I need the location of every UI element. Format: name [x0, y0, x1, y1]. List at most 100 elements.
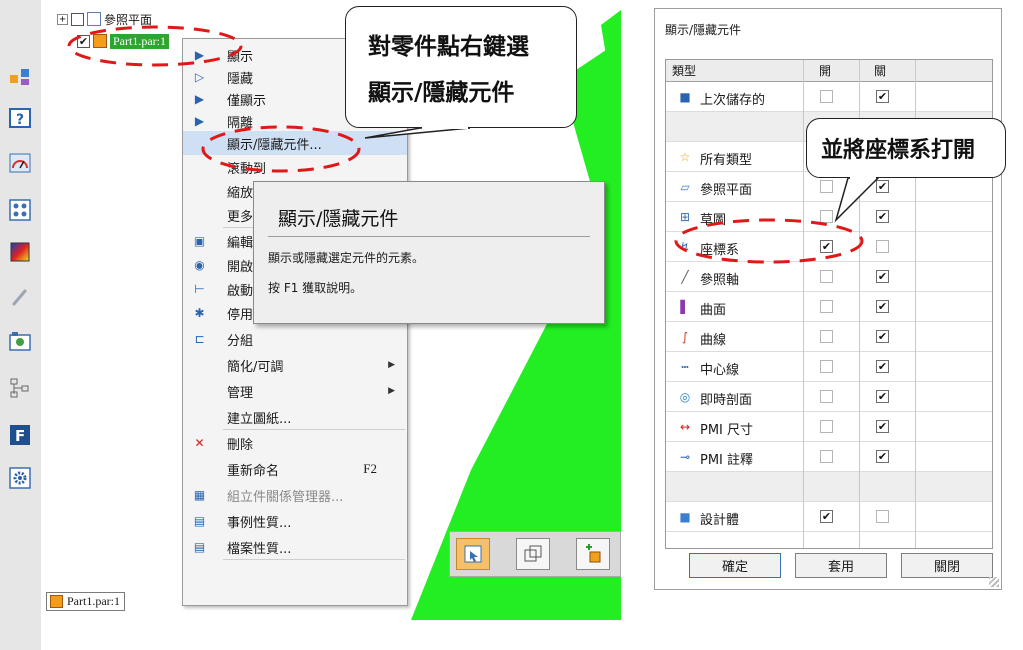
column-on: 開 [819, 64, 832, 78]
on-checkbox[interactable]: ✔ [820, 240, 833, 253]
grid-row-label: 座標系 [700, 243, 740, 258]
menu-item[interactable]: 簡化/可調 ▶ [183, 353, 407, 377]
apply-button[interactable]: 套用 [795, 553, 887, 578]
on-checkbox[interactable] [820, 420, 833, 433]
callout-right-click: 對零件點右鍵選 顯示/隱藏元件 [345, 6, 577, 128]
f-icon[interactable]: F [9, 424, 31, 446]
on-checkbox[interactable]: ✔ [820, 510, 833, 523]
menu-item[interactable]: 滾動到 [183, 155, 407, 179]
tree-label[interactable]: Part1.par:1 [110, 33, 169, 49]
grid-row[interactable]: ↔ PMI 尺寸 ✔ [666, 412, 992, 442]
grid-row[interactable]: ■ 上次儲存的 ✔ [666, 82, 992, 112]
grid-row[interactable]: ⊞ 草圖 ✔ [666, 202, 992, 232]
grid-row-label: 所有類型 [700, 153, 753, 168]
grid-row-label: 草圖 [700, 213, 727, 228]
menu-item[interactable]: ✕ 刪除 [183, 431, 407, 455]
off-checkbox[interactable]: ✔ [876, 210, 889, 223]
tree-row-part[interactable]: ✔ Part1.par:1 [77, 32, 169, 50]
callout-text-line2: 顯示/隱藏元件 [368, 80, 515, 106]
menu-item-label: 檔案性質... [227, 541, 292, 557]
on-checkbox[interactable] [820, 300, 833, 313]
brush-icon[interactable] [9, 286, 31, 308]
off-checkbox[interactable]: ✔ [876, 180, 889, 193]
grid-row[interactable]: ■ 設計體 ✔ [666, 502, 992, 532]
menu-item[interactable]: 管理 ▶ [183, 379, 407, 403]
menu-item-label: 啟動 [227, 283, 254, 299]
grid-row-label: PMI 尺寸 [700, 423, 754, 438]
on-checkbox[interactable] [820, 450, 833, 463]
design-body-icon: ■ [679, 510, 691, 524]
off-checkbox[interactable] [876, 240, 889, 253]
menu-item-label: 停用 [227, 307, 254, 323]
menu-item[interactable]: ▦ 組立件關係管理器... [183, 483, 407, 507]
on-checkbox[interactable] [820, 210, 833, 223]
color-icon[interactable] [9, 241, 31, 263]
grid-row[interactable]: ╱ 參照軸 ✔ [666, 262, 992, 292]
grid-column-divider [803, 60, 804, 548]
assembly-icon[interactable] [9, 66, 31, 88]
menu-item[interactable]: 顯示/隱藏元件... [183, 131, 407, 155]
on-checkbox[interactable] [820, 360, 833, 373]
expand-icon[interactable]: + [57, 13, 68, 25]
select-button[interactable] [456, 538, 490, 570]
on-checkbox[interactable] [820, 270, 833, 283]
menu-item-label: 事例性質... [227, 515, 292, 531]
close-button[interactable]: 關閉 [901, 553, 993, 578]
ok-button[interactable]: 確定 [689, 553, 781, 578]
view-icon[interactable] [9, 331, 31, 353]
file-properties-icon: ▤ [193, 540, 206, 554]
tooltip-description: 顯示或隱藏選定元件的元素。 [268, 251, 425, 265]
off-checkbox[interactable]: ✔ [876, 300, 889, 313]
gear-icon[interactable] [9, 467, 31, 489]
grid-row[interactable]: ◎ 即時剖面 ✔ [666, 382, 992, 412]
grid-row[interactable]: ▌ 曲面 ✔ [666, 292, 992, 322]
menu-item-label: 縮放 [227, 185, 254, 201]
visibility-checkbox[interactable] [71, 12, 84, 26]
help-icon[interactable]: ? [9, 107, 31, 129]
off-checkbox[interactable]: ✔ [876, 90, 889, 103]
off-checkbox[interactable] [876, 510, 889, 523]
on-checkbox[interactable] [820, 90, 833, 103]
add-part-button[interactable] [576, 538, 610, 570]
part-icon [93, 34, 107, 48]
menu-item[interactable]: 建立圖紙... [183, 405, 407, 429]
on-checkbox[interactable] [820, 390, 833, 403]
command-bar [449, 531, 621, 577]
grid-row[interactable]: ∫ 曲線 ✔ [666, 322, 992, 352]
grid-icon[interactable] [9, 199, 31, 221]
plane-icon [87, 12, 101, 26]
box-select-button[interactable] [516, 538, 550, 570]
on-checkbox[interactable] [820, 180, 833, 193]
grid-row[interactable]: ┅ 中心線 ✔ [666, 352, 992, 382]
off-checkbox[interactable]: ✔ [876, 450, 889, 463]
visibility-checkbox[interactable]: ✔ [77, 34, 90, 48]
hide-icon: ▷ [194, 70, 205, 84]
svg-text:F: F [15, 427, 25, 445]
document-tab[interactable]: Part1.par:1 [46, 592, 125, 611]
off-checkbox[interactable]: ✔ [876, 390, 889, 403]
off-checkbox[interactable]: ✔ [876, 420, 889, 433]
resize-grip-icon[interactable] [989, 577, 999, 587]
gauge-icon[interactable] [9, 152, 31, 174]
tree-row-ref-planes[interactable]: + 參照平面 [57, 10, 152, 28]
off-checkbox[interactable]: ✔ [876, 360, 889, 373]
menu-item-label: 刪除 [227, 437, 254, 453]
on-checkbox[interactable] [820, 330, 833, 343]
column-off: 關 [874, 64, 887, 78]
menu-item[interactable]: ⊏ 分組 [183, 327, 407, 351]
callout-text: 並將座標系打開 [821, 138, 976, 163]
left-toolbar: ? F [0, 0, 41, 650]
off-checkbox[interactable]: ✔ [876, 330, 889, 343]
menu-item[interactable]: ▤ 事例性質... [183, 509, 407, 533]
tree-icon[interactable] [9, 377, 31, 399]
grid-row-label: 曲面 [700, 303, 727, 318]
pmi-annotation-icon: ⊸ [679, 450, 691, 464]
grid-row[interactable]: ⊸ PMI 註釋 ✔ [666, 442, 992, 472]
show-icon: ▶ [194, 48, 205, 62]
submenu-arrow-icon: ▶ [388, 386, 395, 396]
grid-row[interactable]: ↯ 座標系 ✔ [666, 232, 992, 262]
menu-item-label: 簡化/可調 [227, 359, 284, 375]
menu-item[interactable]: 重新命名 F2 [183, 457, 407, 481]
off-checkbox[interactable]: ✔ [876, 270, 889, 283]
menu-item[interactable]: ▤ 檔案性質... [183, 535, 407, 559]
